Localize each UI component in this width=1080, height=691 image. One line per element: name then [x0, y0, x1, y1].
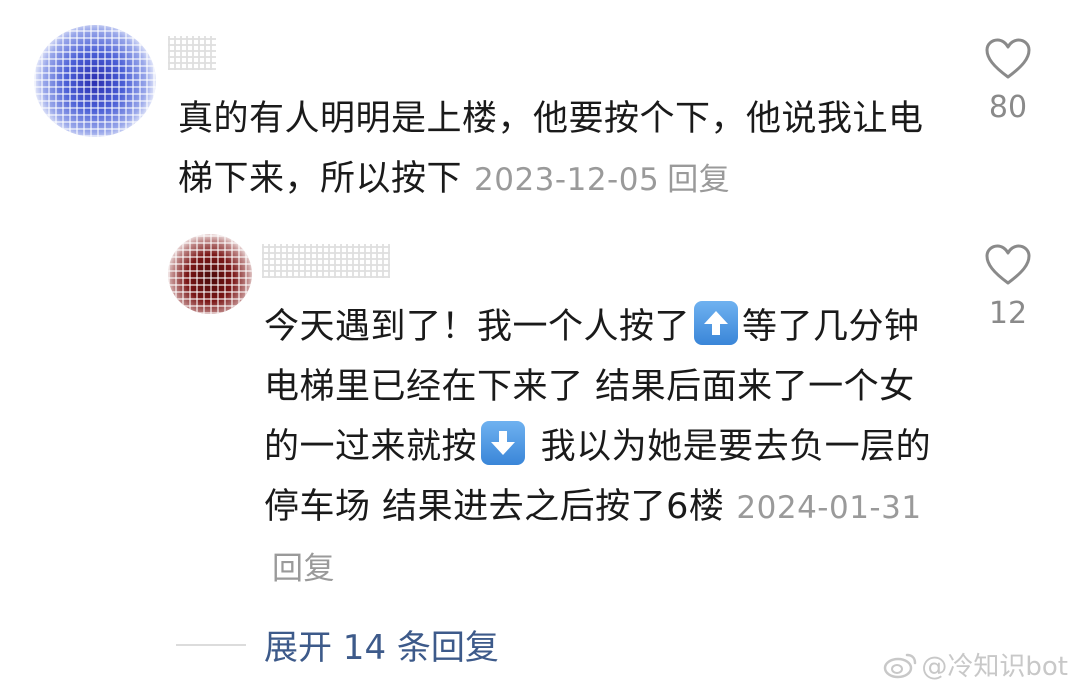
avatar[interactable] — [168, 234, 252, 314]
reply-body: 今天遇到了！我一个人按了 等了几分钟电梯里已经在下来了 结果后面来了一个女的一过来… — [264, 297, 944, 599]
divider — [176, 643, 246, 646]
reply-button[interactable]: 回复 — [667, 162, 730, 198]
username-blurred[interactable] — [168, 36, 216, 70]
comment-text: 今天遇到了！我一个人按了 — [264, 307, 691, 347]
heart-icon — [985, 244, 1031, 285]
reply-button[interactable]: 回复 — [272, 551, 335, 587]
weibo-icon — [884, 653, 917, 678]
like-count: 80 — [988, 90, 1028, 125]
expand-replies-button[interactable]: 展开 14 条回复 — [264, 620, 499, 669]
comment-body: 真的有人明明是上楼，他要按个下，他说我让电梯下来，所以按下 2023-12-05 回… — [178, 89, 938, 210]
comment-date: 2023-12-05 — [474, 162, 660, 198]
like-count: 12 — [988, 296, 1028, 331]
expand-replies-row[interactable]: 展开 14 条回复 — [176, 620, 499, 669]
watermark-text: @冷知识bot — [921, 652, 1068, 682]
like-button[interactable]: 80 — [973, 38, 1043, 125]
up-arrow-emoji-icon — [694, 301, 739, 345]
comment-date: 2024-01-31 — [736, 490, 922, 526]
watermark: @冷知识bot — [883, 646, 1068, 683]
username-blurred[interactable] — [262, 244, 390, 278]
heart-icon — [985, 38, 1031, 79]
avatar[interactable] — [34, 25, 156, 137]
like-button[interactable]: 12 — [973, 244, 1043, 331]
comment-thread: 真的有人明明是上楼，他要按个下，他说我让电梯下来，所以按下 2023-12-05 回… — [0, 0, 1080, 691]
down-arrow-emoji-icon — [481, 421, 526, 465]
